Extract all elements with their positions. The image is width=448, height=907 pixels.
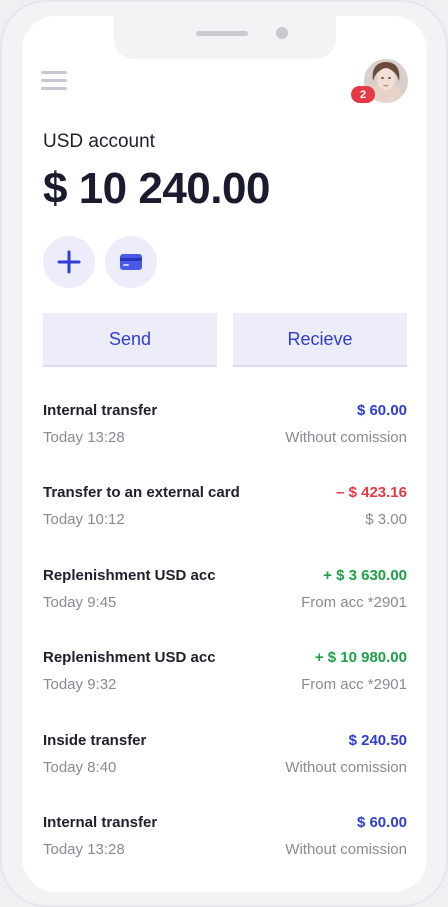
receive-button[interactable]: Recieve (233, 313, 407, 365)
transaction-time: Today 8:40 (43, 758, 117, 776)
transaction-note: Without comission (285, 840, 407, 858)
account-balance: $ 10 240.00 (43, 164, 270, 213)
transaction-time: Today 9:45 (43, 593, 117, 611)
transaction-time: Today 10:12 (43, 511, 125, 529)
transaction-row[interactable]: Replenishment USD acc + $ 3 630.00 Today 9… (43, 563, 407, 645)
transaction-row[interactable]: Internal transfer $ 60.00 Today 13:28 Witho… (43, 398, 407, 480)
phone-notch (114, 16, 336, 59)
transaction-amount: + $ 3 630.00 (323, 566, 407, 584)
transaction-title: Internal transfer (43, 402, 158, 419)
transaction-note: From acc *2901 (301, 593, 407, 611)
speaker-grille (196, 31, 248, 36)
transaction-note: From acc *2901 (301, 676, 407, 694)
send-button[interactable]: Send (43, 313, 217, 365)
transaction-row[interactable]: Transfer to an external card – $ 423.16 To… (43, 480, 407, 562)
notification-badge: 2 (351, 86, 375, 103)
front-camera (276, 27, 288, 39)
transaction-amount: + $ 10 980.00 (314, 649, 407, 667)
transaction-amount: $ 240.50 (348, 731, 407, 749)
transaction-row[interactable]: Replenishment USD acc + $ 10 980.00 Today … (43, 645, 407, 727)
transaction-title: Internal transfer (43, 813, 158, 831)
plus-icon (57, 250, 81, 274)
transaction-note: $ 3.00 (365, 511, 407, 529)
credit-card-icon (120, 254, 142, 270)
transaction-time: Today 9:32 (43, 676, 117, 694)
transaction-amount: $ 60.00 (356, 813, 407, 831)
transaction-amount: – $ 423.16 (336, 484, 407, 502)
transaction-title: Transfer to an external card (43, 484, 240, 502)
transaction-time: Today 13:28 (43, 840, 125, 858)
transaction-time: Today 13:28 (43, 429, 125, 446)
transaction-title: Replenishment USD acc (43, 566, 216, 584)
transaction-note: Without comission (285, 758, 407, 776)
transaction-note: Without comission (285, 429, 407, 446)
transaction-title: Inside transfer (43, 731, 147, 749)
transaction-row[interactable]: Internal transfer $ 60.00 Today 13:28 Witho… (43, 810, 407, 892)
transaction-title: Replenishment USD acc (43, 649, 216, 667)
cards-button[interactable] (105, 236, 157, 288)
transaction-list: Internal transfer $ 60.00 Today 13:28 Witho… (43, 398, 407, 892)
account-label: USD account (43, 131, 155, 152)
hamburger-menu-icon[interactable] (41, 71, 67, 91)
transaction-amount: $ 60.00 (356, 402, 407, 419)
add-funds-button[interactable] (43, 236, 95, 288)
transaction-row[interactable]: Inside transfer $ 240.50 Today 8:40 Without… (43, 728, 407, 810)
